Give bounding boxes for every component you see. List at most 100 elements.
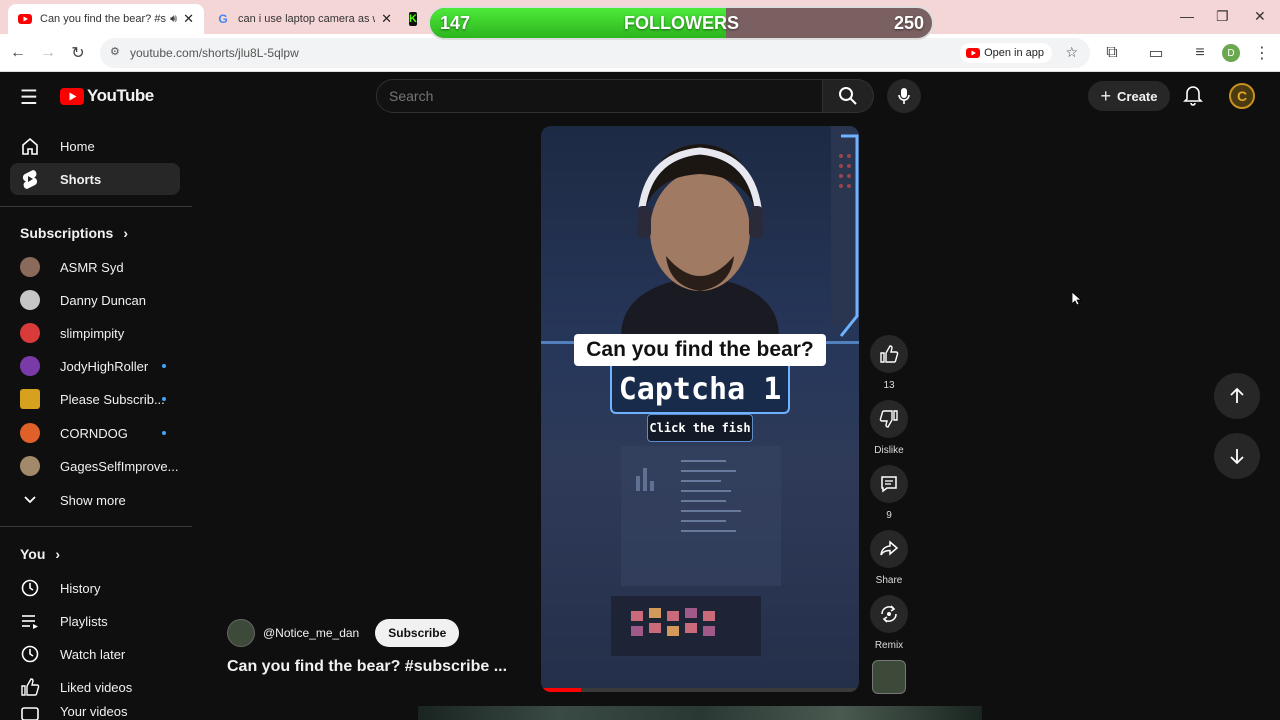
remix-button[interactable]	[870, 595, 908, 633]
reload-icon[interactable]: ↻	[68, 43, 88, 63]
comments-button[interactable]	[870, 465, 908, 503]
dislike-label: Dislike	[874, 445, 904, 456]
bookmark-star-icon[interactable]: ☆	[1065, 44, 1078, 61]
kick-favicon-icon: K	[409, 12, 417, 26]
sidebar-item-slimpimpity[interactable]: slimpimpity	[10, 317, 180, 349]
like-button[interactable]	[870, 335, 908, 373]
subscribe-button[interactable]: Subscribe	[375, 619, 460, 647]
sidebar-item-playlists[interactable]: Playlists	[10, 605, 180, 637]
search-button[interactable]	[822, 79, 874, 113]
sidebar-item-corndog[interactable]: CORNDOG	[10, 417, 180, 449]
channel-name[interactable]: @Notice_me_dan	[263, 626, 359, 640]
follower-count: 147	[440, 13, 471, 33]
sidebar-item-jodyhighroller[interactable]: JodyHighRoller	[10, 350, 180, 382]
sidebar-item-asmr-syd[interactable]: ASMR Syd	[10, 251, 180, 283]
voice-search-button[interactable]	[887, 79, 921, 113]
back-arrow-icon[interactable]: ←	[8, 43, 28, 63]
sidebar-item-label: Danny Duncan	[60, 292, 146, 308]
tab-google-search[interactable]: G can i use laptop camera as web ✕	[206, 4, 402, 34]
video-caption-overlay: Can you find the bear?	[574, 334, 826, 366]
video-title[interactable]: Can you find the bear? #subscribe ...	[227, 658, 507, 676]
sidebar-item-label: Please Subscrib...	[60, 391, 165, 407]
sound-thumbnail[interactable]	[872, 660, 906, 694]
thumbs-up-icon	[20, 677, 40, 697]
microphone-icon	[898, 88, 910, 104]
account-avatar[interactable]: C	[1229, 83, 1255, 109]
shorts-icon	[20, 169, 40, 189]
close-window-icon[interactable]: ✕	[1254, 8, 1266, 25]
channel-info: @Notice_me_dan Subscribe	[227, 619, 460, 647]
sidebar-item-gagesselfimprove[interactable]: GagesSelfImprove...	[10, 450, 180, 482]
search-box[interactable]	[376, 79, 823, 113]
next-short-button[interactable]	[1214, 433, 1260, 479]
sidebar-item-label: CORNDOG	[60, 425, 128, 441]
extensions-icon[interactable]: ⧉	[1102, 43, 1122, 63]
show-more-button[interactable]: Show more	[10, 484, 180, 516]
sidebar: Home Shorts Subscriptions › ASMR Syd Dan…	[0, 120, 192, 720]
youtube-logo[interactable]: YouTube	[60, 86, 154, 106]
divider	[0, 206, 192, 207]
channel-avatar[interactable]	[227, 619, 255, 647]
youtube-logo-icon	[60, 87, 84, 105]
open-in-app-label: Open in app	[984, 47, 1044, 59]
sidebar-item-home[interactable]: Home	[10, 130, 180, 162]
search-icon	[839, 87, 857, 105]
remix-label: Remix	[874, 640, 904, 651]
hamburger-menu-icon[interactable]: ☰	[20, 85, 38, 110]
tab-youtube-short[interactable]: Can you find the bear? #sub 🔊︎ ✕	[8, 4, 204, 34]
mouse-cursor-icon	[1072, 292, 1082, 306]
sidebar-item-label: History	[60, 580, 101, 596]
new-content-dot	[162, 431, 166, 435]
sidebar-item-please-subscribe[interactable]: Please Subscrib...	[10, 383, 180, 415]
sidebar-item-watch-later[interactable]: Watch later	[10, 638, 180, 670]
sidebar-item-label: JodyHighRoller	[60, 358, 149, 374]
forward-arrow-icon[interactable]: →	[38, 43, 58, 63]
show-more-label: Show more	[60, 492, 126, 508]
site-info-icon[interactable]: ⚙	[110, 45, 120, 58]
dislike-button[interactable]	[870, 400, 908, 438]
search-input[interactable]	[377, 80, 822, 112]
share-button[interactable]	[870, 530, 908, 568]
sidebar-item-label: ASMR Syd	[60, 259, 124, 275]
sidebar-item-danny-duncan[interactable]: Danny Duncan	[10, 284, 180, 316]
previous-short-button[interactable]	[1214, 373, 1260, 419]
sidebar-item-label: GagesSelfImprove...	[60, 458, 179, 474]
browser-menu-icon[interactable]: ⋮	[1252, 43, 1272, 63]
subscriptions-heading-label: Subscriptions	[20, 225, 114, 241]
notifications-bell-icon[interactable]	[1183, 84, 1203, 111]
speaker-icon[interactable]: 🔊︎	[170, 13, 177, 26]
sidebar-item-shorts[interactable]: Shorts	[10, 163, 180, 195]
arrow-up-icon	[1230, 387, 1244, 403]
create-button[interactable]: + Create	[1088, 81, 1170, 111]
youtube-header: ☰ YouTube + Create C	[0, 72, 1280, 120]
comment-icon	[881, 476, 897, 493]
divider	[0, 526, 192, 527]
sidebar-item-liked-videos[interactable]: Liked videos	[10, 671, 180, 703]
like-count: 13	[883, 380, 895, 391]
sidebar-item-your-videos[interactable]: Your videos	[10, 704, 180, 720]
sidebar-item-history[interactable]: History	[10, 572, 180, 604]
sidebar-item-label: Home	[60, 138, 95, 154]
tab-kick[interactable]: K	[404, 4, 428, 34]
close-tab-icon[interactable]: ✕	[183, 11, 194, 27]
minimize-icon[interactable]: —	[1180, 8, 1194, 24]
thumbs-down-icon	[879, 410, 898, 428]
sidebar-item-label: Liked videos	[60, 679, 133, 695]
subscriptions-heading[interactable]: Subscriptions ›	[20, 225, 128, 241]
history-icon	[20, 578, 40, 598]
create-label: Create	[1117, 88, 1158, 104]
open-in-app-button[interactable]: Open in app	[960, 43, 1052, 63]
profile-avatar[interactable]: D	[1222, 44, 1240, 62]
close-tab-icon[interactable]: ✕	[381, 11, 392, 27]
follower-label: FOLLOWERS	[624, 13, 739, 33]
media-controls-icon[interactable]: ≡	[1190, 43, 1210, 63]
channel-avatar	[20, 456, 40, 476]
address-bar[interactable]: ⚙ youtube.com/shorts/jlu8L-5qlpw Open in…	[100, 38, 1090, 68]
follower-goal: 250	[893, 13, 924, 33]
you-heading[interactable]: You ›	[20, 546, 60, 562]
sidebar-item-label: Watch later	[60, 646, 126, 662]
tab-title: Can you find the bear? #sub	[40, 13, 167, 25]
maximize-icon[interactable]: ❐	[1216, 8, 1229, 25]
cast-icon[interactable]: ▭	[1146, 43, 1166, 63]
next-video-preview	[418, 706, 982, 720]
